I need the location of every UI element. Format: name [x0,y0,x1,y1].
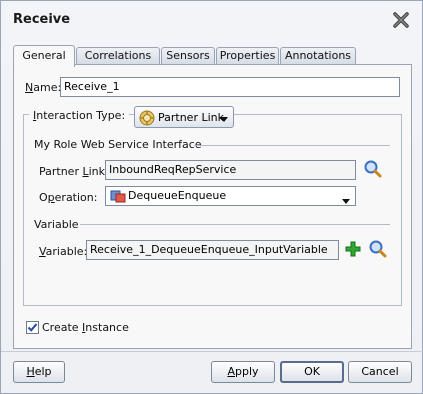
ok-button[interactable]: OK [280,361,344,383]
partner-link-value: InboundReqRepService [109,163,237,176]
name-label: Name: [25,81,61,94]
cancel-button-label: Cancel [361,365,399,378]
help-button[interactable]: Help [13,361,65,383]
tab-general[interactable]: General [13,45,75,67]
add-icon[interactable] [344,240,364,260]
apply-button[interactable]: Apply [211,361,275,383]
tab-label: Properties [219,49,276,62]
tab-annotations[interactable]: Annotations [280,47,356,65]
variable-label: Variable: [39,245,87,258]
checkmark-icon [27,323,38,332]
apply-button-mnemonic: A [227,365,235,378]
tab-properties[interactable]: Properties [216,47,279,65]
name-field-value: Receive_1 [64,80,120,93]
partner-link-label: Partner Link: [39,165,109,178]
ok-button-label: OK [304,365,320,378]
operation-dropdown[interactable]: DequeueEnqueue [105,186,356,206]
partner-link-field[interactable]: InboundReqRepService [105,160,356,180]
interaction-type-value: Partner Link [158,111,224,124]
search-icon[interactable] [368,239,388,259]
tab-label: Annotations [284,49,352,62]
create-instance-label-pre: Create [42,321,83,334]
operation-label-pre: O [39,191,48,204]
variable-section-divider [80,224,390,225]
tab-label: General [22,49,66,62]
interaction-type-label-rest: nteraction Type: [36,109,126,122]
footer-divider [1,351,423,352]
name-label-mnemonic: N [25,81,34,94]
chevron-down-icon [342,193,350,211]
operation-label: Operation: [39,191,97,204]
help-button-mnemonic: H [26,365,35,378]
cancel-button[interactable]: Cancel [348,361,412,383]
operation-value: DequeueEnqueue [128,189,227,202]
create-instance-checkbox[interactable] [26,321,39,334]
tab-label: Correlations [84,49,152,62]
interaction-type-dropdown[interactable]: Partner Link [134,106,234,128]
receive-dialog: Receive General Correlations Sensors Pro… [0,0,423,394]
tab-label: Sensors [166,49,210,62]
create-instance-label: Create Instance [42,321,129,334]
apply-button-label: pply [235,365,259,378]
operation-label-mnemonic: p [47,191,55,204]
tab-sensors[interactable]: Sensors [161,47,215,65]
variable-section-title: Variable [34,218,79,231]
search-icon[interactable] [363,159,383,179]
variable-field[interactable]: Receive_1_DequeueEnqueue_InputVariable [86,240,339,260]
variable-label-mnemonic: V [39,245,46,258]
chevron-down-icon [220,113,228,126]
operation-label-post: eration: [54,191,98,204]
interaction-type-label: Interaction Type: [33,109,125,122]
variable-value: Receive_1_DequeueEnqueue_InputVariable [90,243,328,256]
create-instance-label-post: nstance [85,321,129,334]
close-icon[interactable] [392,11,410,29]
name-label-rest: ame: [33,81,62,94]
partner-link-label-pre: Partner [39,165,83,178]
role-section-title: My Role Web Service Interface [34,138,202,151]
operation-icon [110,189,126,209]
dialog-title: Receive [13,12,71,27]
name-field[interactable]: Receive_1 [60,77,400,97]
variable-label-rest: ariable: [45,245,88,258]
role-section-divider [194,145,390,146]
interaction-legend: Interaction Type: [29,105,130,127]
partner-link-icon [139,110,155,129]
help-button-label: elp [34,365,52,378]
tab-correlations[interactable]: Correlations [76,47,160,65]
